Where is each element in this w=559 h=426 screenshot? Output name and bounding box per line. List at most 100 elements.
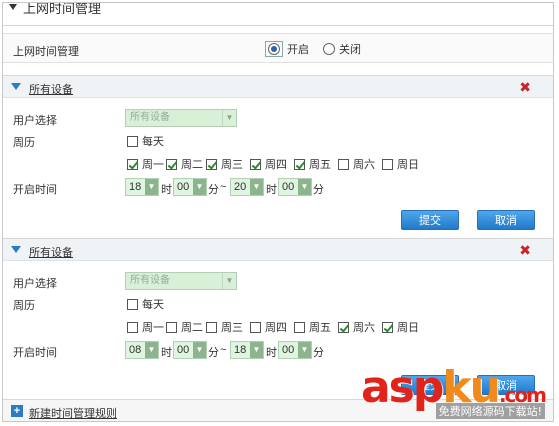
open-time-label: 开启时间 [13, 184, 57, 196]
checkbox-box[interactable] [250, 321, 261, 333]
everyday-checkbox[interactable]: 每天 [127, 133, 164, 149]
day-label: 周一 [142, 322, 164, 334]
chevron-down-icon: ▼ [222, 273, 236, 289]
checkbox-box[interactable] [382, 158, 393, 170]
user-select-label: 用户选择 [13, 115, 57, 127]
range-tilde: ~ [220, 344, 227, 356]
chevron-down-icon: ▼ [145, 342, 158, 358]
day-label: 周二 [181, 159, 203, 171]
day-label: 周四 [265, 159, 287, 171]
checkbox-box[interactable] [294, 321, 305, 333]
radio-off-label[interactable]: 关闭 [339, 41, 361, 57]
start-hour-select[interactable]: 18 ▼ [125, 178, 159, 196]
mgmt-toggle-row: 上网时间管理 开启 关闭 [3, 33, 553, 63]
delete-icon[interactable]: ✖ [519, 242, 531, 259]
rule-header: 所有设备 ✖ [3, 239, 553, 261]
section-title: 上网时间管理 [23, 2, 102, 16]
radio-on-label[interactable]: 开启 [287, 41, 309, 57]
end-min-select[interactable]: 00 ▼ [278, 341, 312, 359]
user-select[interactable]: 所有设备 ▼ [125, 272, 237, 290]
checkbox-box[interactable] [250, 158, 261, 170]
start-min-select[interactable]: 00 ▼ [173, 341, 207, 359]
mgmt-label: 上网时间管理 [13, 46, 79, 58]
end-hour-value: 20 [234, 181, 247, 193]
everyday-label: 每天 [142, 136, 164, 148]
min-unit: 分 [313, 347, 324, 359]
chevron-down-icon: ▼ [193, 179, 206, 195]
checkbox-box[interactable] [166, 321, 177, 333]
end-hour-select[interactable]: 18 ▼ [230, 341, 264, 359]
checkbox-box[interactable] [294, 158, 305, 170]
chevron-down-icon: ▼ [250, 342, 263, 358]
day-checkbox[interactable]: 周四 [250, 319, 287, 335]
checkbox-box[interactable] [382, 321, 393, 333]
min-unit: 分 [313, 184, 324, 196]
section-header[interactable]: 上网时间管理 [3, 2, 102, 17]
day-checkbox[interactable]: 周六 [338, 319, 375, 335]
day-label: 周五 [309, 159, 331, 171]
rule-title-link[interactable]: 所有设备 [29, 81, 73, 97]
open-time-label: 开启时间 [13, 347, 57, 359]
delete-icon[interactable]: ✖ [519, 79, 531, 96]
user-select[interactable]: 所有设备 ▼ [125, 109, 237, 127]
rule-block-1: 所有设备 ✖ 用户选择 所有设备 ▼ 周历 每天 周一 周二 周三 周四 周五 … [3, 75, 553, 235]
end-hour-select[interactable]: 20 ▼ [230, 178, 264, 196]
day-checkbox[interactable]: 周二 [166, 319, 203, 335]
checkbox-box[interactable] [127, 158, 138, 170]
day-checkbox[interactable]: 周日 [382, 156, 419, 172]
submit-button[interactable]: 提交 [401, 210, 459, 230]
start-min-value: 00 [177, 181, 190, 193]
chevron-down-icon: ▼ [145, 179, 158, 195]
hour-unit: 时 [161, 184, 172, 196]
day-checkbox[interactable]: 周一 [127, 156, 164, 172]
day-label: 周五 [309, 322, 331, 334]
day-checkbox[interactable]: 周二 [166, 156, 203, 172]
everyday-checkbox[interactable]: 每天 [127, 296, 164, 312]
watermark-part: asp [360, 362, 444, 413]
start-min-select[interactable]: 00 ▼ [173, 178, 207, 196]
end-min-value: 00 [282, 181, 295, 193]
user-select-value: 所有设备 [130, 275, 170, 286]
chevron-down-icon: ▼ [250, 179, 263, 195]
chevron-down-icon: ▼ [298, 342, 311, 358]
expand-triangle-icon[interactable] [11, 83, 21, 90]
start-hour-value: 08 [129, 344, 142, 356]
end-hour-value: 18 [234, 344, 247, 356]
day-label: 周三 [221, 159, 243, 171]
day-checkbox[interactable]: 周三 [206, 319, 243, 335]
collapse-triangle-icon[interactable] [9, 4, 17, 10]
day-label: 周日 [397, 159, 419, 171]
checkbox-box[interactable] [338, 321, 349, 333]
day-checkbox[interactable]: 周四 [250, 156, 287, 172]
radio-on[interactable] [268, 43, 280, 55]
radio-off[interactable] [323, 43, 335, 55]
day-label: 周四 [265, 322, 287, 334]
end-min-select[interactable]: 00 ▼ [278, 178, 312, 196]
checkbox-box[interactable] [338, 158, 349, 170]
day-checkbox[interactable]: 周五 [294, 319, 331, 335]
day-checkbox[interactable]: 周六 [338, 156, 375, 172]
expand-triangle-icon[interactable] [11, 246, 21, 253]
checkbox-box[interactable] [206, 321, 217, 333]
start-hour-select[interactable]: 08 ▼ [125, 341, 159, 359]
checkbox-box[interactable] [206, 158, 217, 170]
time-management-panel: 上网时间管理 上网时间管理 开启 关闭 所有设备 ✖ 用户选择 所有设备 ▼ 周… [2, 2, 554, 422]
calendar-label: 周历 [13, 137, 35, 149]
day-checkbox[interactable]: 周日 [382, 319, 419, 335]
day-checkbox[interactable]: 周三 [206, 156, 243, 172]
watermark-logo: aspku.com 免费网络源码下载站! [361, 366, 547, 419]
cancel-button[interactable]: 取消 [477, 210, 535, 230]
checkbox-box[interactable] [127, 135, 138, 147]
day-checkbox[interactable]: 周五 [294, 156, 331, 172]
checkbox-box[interactable] [166, 158, 177, 170]
checkbox-box[interactable] [127, 321, 138, 333]
checkbox-box[interactable] [127, 298, 138, 310]
day-checkbox[interactable]: 周一 [127, 319, 164, 335]
mgmt-radio-group: 开启 关闭 [265, 41, 371, 57]
chevron-down-icon: ▼ [298, 179, 311, 195]
plus-icon[interactable]: + [11, 405, 23, 417]
new-rule-link[interactable]: 新建时间管理规则 [29, 405, 117, 421]
hour-unit: 时 [266, 184, 277, 196]
day-label: 周六 [353, 159, 375, 171]
rule-title-link[interactable]: 所有设备 [29, 244, 73, 260]
